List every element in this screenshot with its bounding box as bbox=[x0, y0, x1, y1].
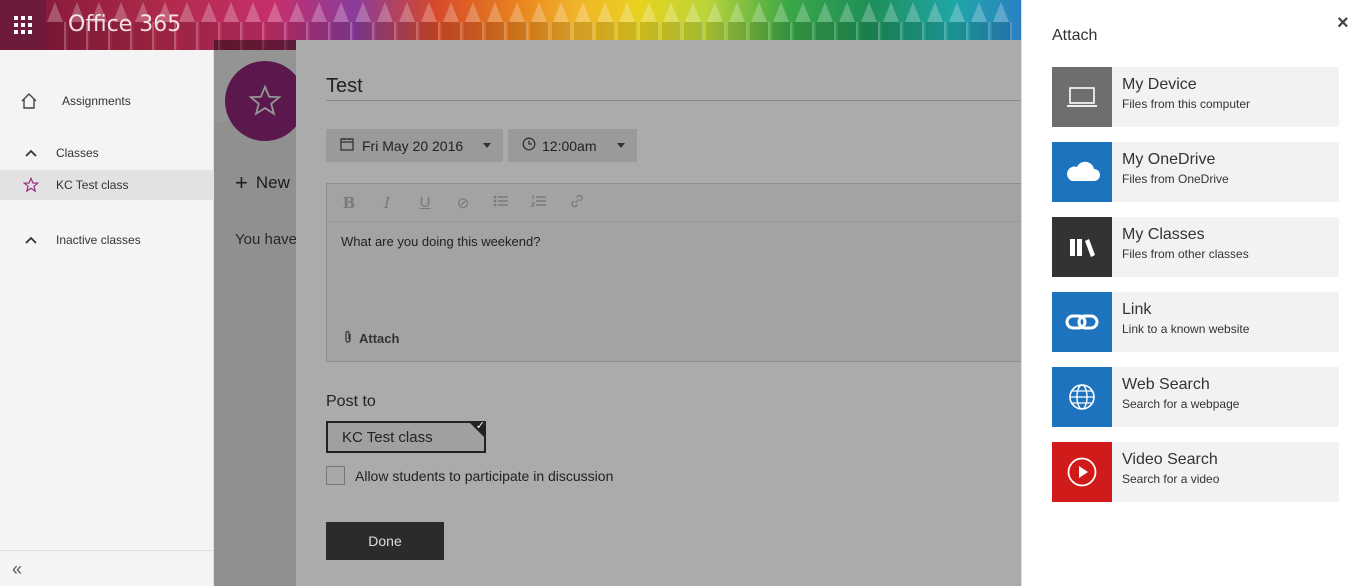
attach-option-video-search[interactable]: Video Search Search for a video bbox=[1052, 442, 1339, 502]
discussion-option[interactable]: Allow students to participate in discuss… bbox=[326, 466, 613, 485]
post-to-label: Post to bbox=[326, 393, 376, 410]
attach-option-my-device[interactable]: My Device Files from this computer bbox=[1052, 67, 1339, 127]
globe-icon bbox=[1052, 367, 1112, 427]
books-icon bbox=[1052, 217, 1112, 277]
app-launcher-button[interactable] bbox=[0, 0, 46, 50]
option-subtitle: Files from OneDrive bbox=[1122, 172, 1229, 186]
bullet-list-icon bbox=[493, 195, 508, 207]
due-time-value: 12:00am bbox=[542, 137, 597, 154]
left-nav-dim bbox=[0, 50, 214, 586]
option-subtitle: Search for a webpage bbox=[1122, 397, 1240, 411]
link-icon bbox=[571, 194, 583, 207]
chevron-down-icon bbox=[483, 143, 491, 148]
close-icon[interactable]: × bbox=[1337, 12, 1349, 35]
attach-option-my-classes[interactable]: My Classes Files from other classes bbox=[1052, 217, 1339, 277]
strikethrough-button[interactable]: ⊘ bbox=[453, 194, 473, 212]
title-input[interactable]: Test bbox=[326, 75, 1021, 101]
calendar-icon bbox=[340, 137, 354, 154]
discussion-checkbox[interactable] bbox=[326, 466, 345, 485]
play-icon bbox=[1052, 442, 1112, 502]
post-to-value: KC Test class bbox=[342, 429, 433, 446]
attach-button[interactable]: Attach bbox=[343, 330, 399, 347]
due-date-picker[interactable]: Fri May 20 2016 bbox=[326, 129, 503, 162]
option-subtitle: Files from this computer bbox=[1122, 97, 1251, 111]
attach-label: Attach bbox=[359, 331, 400, 346]
option-title: My OneDrive bbox=[1122, 151, 1216, 168]
option-subtitle: Link to a known website bbox=[1122, 322, 1250, 336]
underline-button[interactable]: U bbox=[415, 194, 435, 211]
instructions-text: What are you doing this weekend? bbox=[341, 234, 541, 249]
option-title: Link bbox=[1122, 301, 1152, 318]
app-brand[interactable]: Office 365 bbox=[68, 12, 181, 37]
paperclip-icon bbox=[343, 330, 353, 347]
due-time-picker[interactable]: 12:00am bbox=[508, 129, 637, 162]
option-subtitle: Files from other classes bbox=[1122, 247, 1249, 261]
attach-option-my-onedrive[interactable]: My OneDrive Files from OneDrive bbox=[1052, 142, 1339, 202]
instructions-editor[interactable]: B I U ⊘ What are you doing this weekend?… bbox=[326, 183, 1021, 362]
due-date-value: Fri May 20 2016 bbox=[362, 137, 464, 154]
laptop-icon bbox=[1052, 67, 1112, 127]
formatting-toolbar: B I U ⊘ bbox=[327, 184, 1021, 222]
clock-icon bbox=[522, 137, 536, 154]
insert-link-button[interactable] bbox=[567, 193, 587, 213]
link-icon bbox=[1052, 292, 1112, 352]
attach-option-link[interactable]: Link Link to a known website bbox=[1052, 292, 1339, 352]
option-subtitle: Search for a video bbox=[1122, 472, 1220, 486]
numbered-list-button[interactable] bbox=[529, 194, 549, 212]
option-title: Video Search bbox=[1122, 451, 1218, 468]
chevron-down-icon bbox=[617, 143, 625, 148]
post-to-class-chip[interactable]: KC Test class ✓ bbox=[326, 421, 486, 453]
bullet-list-button[interactable] bbox=[491, 194, 511, 211]
attach-panel: Attach × My Device Files from this compu… bbox=[1021, 0, 1361, 586]
panel-title: Attach bbox=[1052, 27, 1098, 44]
done-button[interactable]: Done bbox=[326, 522, 444, 560]
cloud-icon bbox=[1052, 142, 1112, 202]
bold-button[interactable]: B bbox=[339, 194, 359, 212]
option-title: Web Search bbox=[1122, 376, 1210, 393]
discussion-label: Allow students to participate in discuss… bbox=[355, 467, 614, 484]
italic-button[interactable]: I bbox=[377, 194, 397, 212]
attach-option-web-search[interactable]: Web Search Search for a webpage bbox=[1052, 367, 1339, 427]
waffle-icon bbox=[14, 16, 32, 34]
option-title: My Classes bbox=[1122, 226, 1205, 243]
option-title: My Device bbox=[1122, 76, 1197, 93]
checkmark-icon: ✓ bbox=[468, 421, 486, 439]
numbered-list-icon bbox=[530, 194, 546, 207]
